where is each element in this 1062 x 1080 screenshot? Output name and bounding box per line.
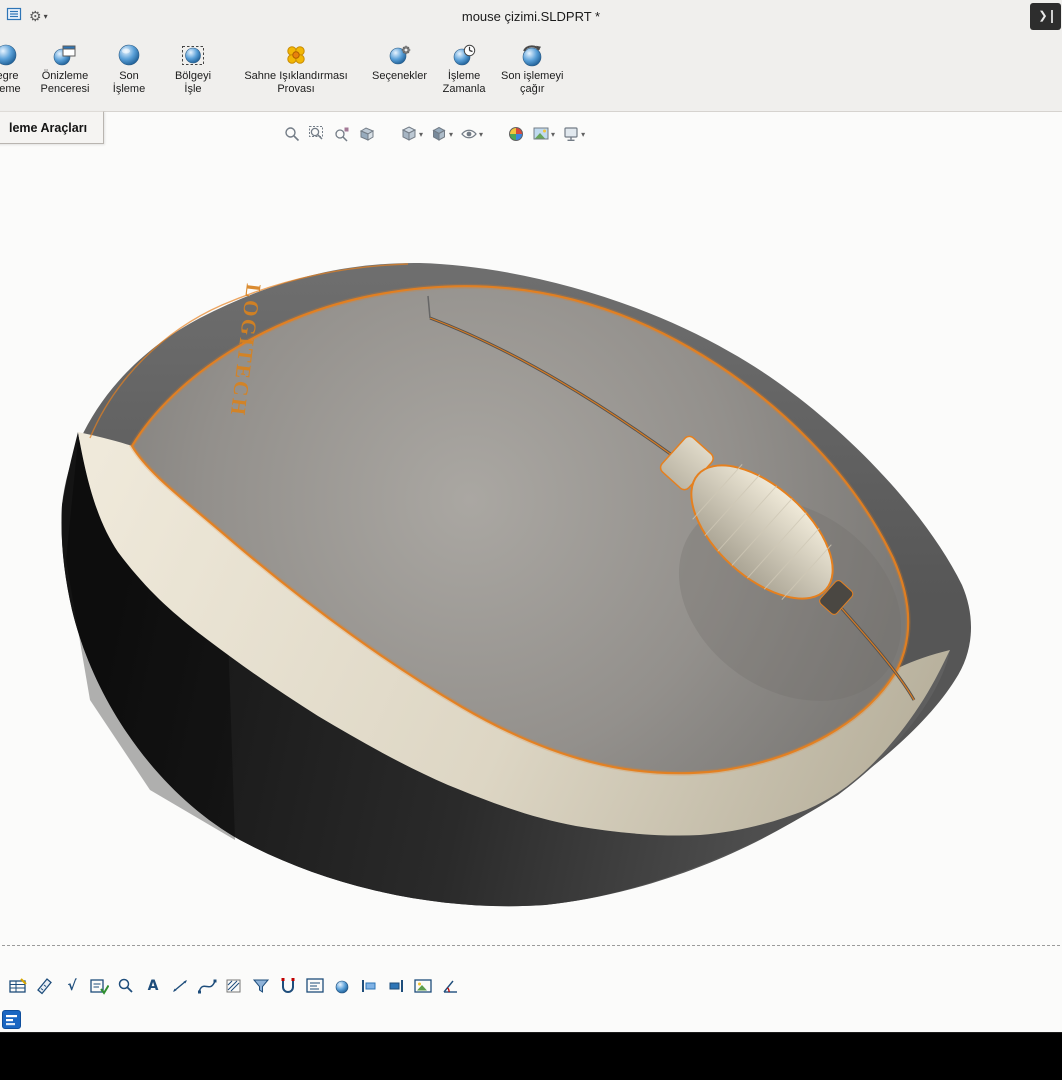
- design-table-button[interactable]: [8, 976, 28, 996]
- final-render-icon: [116, 40, 142, 70]
- angle-dimension-icon: [443, 980, 457, 993]
- zoom-area-button[interactable]: [307, 124, 327, 144]
- options-gear-button[interactable]: ⚙ ▾: [29, 9, 48, 23]
- ribbon-item-options[interactable]: Seçenekler: [372, 40, 427, 96]
- hide-show-items-button[interactable]: ▾: [459, 124, 484, 144]
- design-table-icon: [9, 978, 27, 993]
- task-pane-bar-icon: [1050, 9, 1053, 23]
- ribbon-render-tools: tegrezleme ÖnizlemePenceresi Sonİşleme B…: [0, 32, 1062, 112]
- filter-button[interactable]: [251, 976, 271, 996]
- text-box-button[interactable]: [305, 976, 325, 996]
- chevron-down-icon: ▾: [581, 129, 586, 139]
- view-orientation-button[interactable]: ▾: [399, 124, 424, 144]
- ribbon-item-recall-last-render[interactable]: Son işlemeyi çağır: [501, 40, 563, 96]
- chevron-down-icon: ▾: [43, 11, 48, 21]
- scene-icon: [533, 127, 549, 140]
- mouse-3d-model[interactable]: LOGITECH: [0, 112, 1062, 1032]
- solidworks-window: ⚙ ▾ mouse çizimi.SLDPRT * ❯ tegrezleme Ö…: [0, 0, 1062, 1080]
- ribbon-item-render-region[interactable]: Bölgeyi İşle: [166, 40, 220, 96]
- taskbar-area: [0, 1032, 1062, 1080]
- recall-last-render-icon: [519, 40, 545, 70]
- letter-a-icon: A: [147, 978, 159, 994]
- zoom-selection-button[interactable]: [332, 124, 352, 144]
- gear-icon: ⚙: [29, 8, 42, 24]
- spell-check-icon: [90, 979, 109, 995]
- display-style-icon: [432, 126, 446, 141]
- chevron-right-icon: ❯: [1038, 9, 1048, 22]
- separator-dashed-line: [2, 945, 1060, 946]
- zoom-fit-button[interactable]: [282, 124, 302, 144]
- measure-icon: [37, 978, 52, 995]
- bottom-toolbar: √ A: [8, 976, 460, 996]
- title-bar: ⚙ ▾ mouse çizimi.SLDPRT * ❯: [0, 0, 1062, 32]
- scene-illumination-proof-icon: [283, 40, 309, 70]
- schedule-render-icon: [451, 40, 477, 70]
- angle-dimension-button[interactable]: [440, 976, 460, 996]
- apply-scene-button[interactable]: ▾: [531, 124, 556, 144]
- spline-button[interactable]: [197, 976, 217, 996]
- search-icon: [118, 978, 133, 993]
- note-button[interactable]: A: [143, 976, 163, 996]
- chevron-down-icon: ▾: [551, 129, 556, 139]
- ribbon-item-schedule-render[interactable]: İşleme Zamanla: [437, 40, 491, 96]
- smart-dimension-icon: [173, 980, 187, 992]
- render-options-icon: [387, 40, 413, 70]
- material-sphere-icon: [335, 980, 349, 994]
- feature-manager-icon[interactable]: [6, 6, 22, 27]
- hatch-icon: [226, 979, 241, 993]
- ribbon-item-preview-window[interactable]: Önizleme Penceresi: [38, 40, 92, 96]
- display-style-button[interactable]: ▾: [429, 124, 454, 144]
- zoom-fit-icon: [285, 127, 300, 142]
- section-view-button[interactable]: [357, 124, 377, 144]
- check-entity-button[interactable]: √: [62, 976, 82, 996]
- align-right-icon: [389, 980, 403, 992]
- align-left-icon: [362, 980, 376, 992]
- ribbon-item-scene-illumination-proof[interactable]: Sahne Işıklandırması Provası: [230, 40, 362, 96]
- align-right-button[interactable]: [386, 976, 406, 996]
- status-blue-icon[interactable]: [2, 1010, 21, 1032]
- chevron-down-icon: ▾: [419, 129, 424, 139]
- material-sphere-button[interactable]: [332, 976, 352, 996]
- graphics-viewport[interactable]: LOGITECH ▾ ▾ ▾ ▾ ▾ √ A: [0, 112, 1062, 1032]
- section-view-icon: [359, 127, 375, 141]
- render-region-icon: [180, 40, 206, 70]
- sqrt-icon: √: [67, 978, 77, 994]
- monitor-icon: [564, 127, 578, 142]
- search-button[interactable]: [116, 976, 136, 996]
- preview-window-icon: [52, 40, 78, 70]
- align-left-button[interactable]: [359, 976, 379, 996]
- zoom-area-icon: [309, 126, 323, 140]
- task-pane-toggle-button[interactable]: ❯: [1030, 2, 1061, 30]
- filter-icon: [252, 979, 270, 993]
- text-box-icon: [306, 978, 324, 993]
- chevron-down-icon: ▾: [479, 129, 484, 139]
- tab-render-tools[interactable]: leme Araçları: [0, 111, 105, 144]
- chevron-down-icon: ▾: [449, 129, 454, 139]
- heads-up-toolbar: ▾ ▾ ▾ ▾ ▾: [282, 124, 586, 144]
- hatch-fill-button[interactable]: [224, 976, 244, 996]
- spline-icon: [198, 979, 217, 994]
- view-orientation-icon: [401, 126, 417, 141]
- view-settings-button[interactable]: ▾: [561, 124, 586, 144]
- measure-button[interactable]: [35, 976, 55, 996]
- zoom-selection-icon: [335, 127, 349, 142]
- smart-dimension-button[interactable]: [170, 976, 190, 996]
- clamp-button[interactable]: [278, 976, 298, 996]
- spell-check-button[interactable]: [89, 976, 109, 996]
- eye-icon: [461, 129, 477, 139]
- clamp-icon: [281, 978, 295, 993]
- ribbon-item-integrated-preview[interactable]: tegrezleme: [0, 40, 28, 96]
- window-title: mouse çizimi.SLDPRT *: [461, 8, 601, 24]
- edit-appearance-button[interactable]: [506, 124, 526, 144]
- ribbon-item-final-render[interactable]: Son İşleme: [102, 40, 156, 96]
- integrated-preview-icon: [0, 40, 19, 70]
- appearance-ball-icon: [509, 127, 524, 141]
- image-icon: [414, 979, 432, 993]
- image-button[interactable]: [413, 976, 433, 996]
